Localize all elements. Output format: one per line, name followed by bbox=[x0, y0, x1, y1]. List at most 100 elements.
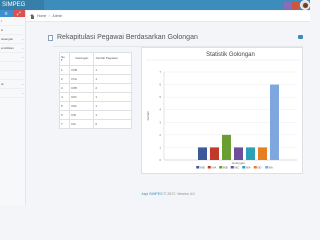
bell-icon[interactable] bbox=[292, 1, 299, 9]
print-icon[interactable] bbox=[298, 35, 303, 39]
app-brand[interactable]: SIMPEG bbox=[0, 0, 44, 10]
breadcrumb-home[interactable]: Home bbox=[37, 14, 46, 18]
table-cell: III/C bbox=[69, 92, 95, 102]
y-tick-label: 5 bbox=[159, 95, 161, 99]
sidebar-buttons: ≡ ⤢ bbox=[0, 10, 25, 17]
y-tick-label: 0 bbox=[159, 158, 161, 162]
legend-swatch bbox=[265, 166, 269, 169]
bar-ii-d bbox=[258, 147, 267, 160]
breadcrumb-current: Admin bbox=[52, 14, 63, 18]
chevron-down-icon: ⌄ bbox=[21, 46, 24, 50]
legend-label: II/D bbox=[257, 165, 261, 169]
legend-label: III/B bbox=[223, 165, 228, 169]
rekap-panel: Rekapitulasi Pegawai Berdasarkan Golonga… bbox=[47, 28, 308, 174]
legend-swatch bbox=[219, 166, 223, 169]
table-cell: 5 bbox=[58, 101, 71, 111]
chevron-down-icon: ⌄ bbox=[21, 55, 24, 59]
sidebar-item[interactable]: ⌄ bbox=[0, 53, 25, 62]
legend-swatch bbox=[196, 166, 200, 169]
table-row: 1 IV/B 1 bbox=[58, 65, 132, 75]
table-row: 2 IV/A 1 bbox=[58, 74, 132, 84]
sidebar-item-label: endidikan bbox=[1, 46, 14, 50]
table-cell: IV/B bbox=[69, 65, 95, 75]
sidebar-item-label: t bbox=[1, 19, 2, 23]
sidebar-item[interactable] bbox=[0, 62, 25, 71]
chart-title: Statistik Golongan bbox=[206, 52, 255, 58]
golongan-table: No ▾ Golongan Jumlah Pegawai 1 IV/B 1 2 IV/A 1… bbox=[58, 52, 132, 129]
table-row: 3 III/B 2 bbox=[58, 83, 132, 93]
sidebar-item[interactable]: si bbox=[0, 26, 25, 35]
sidebar-item-label: awangan bbox=[1, 37, 14, 41]
page-title: Rekapitulasi Pegawai Berdasarkan Golonga… bbox=[57, 34, 198, 41]
header-jumlah[interactable]: Jumlah Pegawai bbox=[93, 52, 132, 66]
y-tick-label: 3 bbox=[159, 120, 161, 124]
legend-label: IV/B bbox=[200, 165, 205, 169]
legend-label: IV/A bbox=[211, 165, 216, 169]
sidebar-menu: t si awangan ⌄ endidikan ⌄ ⌄ at ⌄ ⌄ bbox=[0, 17, 25, 98]
table-cell: 1 bbox=[93, 110, 132, 120]
table-cell: 4 bbox=[58, 92, 71, 102]
legend-swatch bbox=[207, 166, 211, 169]
legend-label: III/A bbox=[246, 165, 251, 169]
table-cell: 1 bbox=[93, 101, 132, 111]
navbar-icons bbox=[284, 0, 310, 10]
bar-iv-a bbox=[210, 147, 219, 160]
table-cell: 2 bbox=[93, 83, 132, 93]
breadcrumb: Home > Admin bbox=[26, 11, 310, 22]
x-axis-label: Golongan bbox=[232, 161, 245, 165]
y-tick-label: 4 bbox=[159, 108, 161, 112]
chevron-down-icon: ⌄ bbox=[21, 37, 24, 41]
sidebar: ≡ ⤢ t si awangan ⌄ endidikan ⌄ ⌄ at ⌄ ⌄ bbox=[0, 10, 26, 205]
menu-icon[interactable]: ≡ bbox=[0, 10, 13, 17]
home-icon[interactable] bbox=[30, 13, 35, 19]
table-cell: 7 bbox=[58, 119, 71, 129]
bar-iii-a bbox=[246, 147, 255, 160]
sidebar-item-label: si bbox=[1, 28, 4, 32]
sidebar-item-label: at bbox=[1, 82, 4, 86]
top-navbar: SIMPEG bbox=[0, 0, 310, 10]
footer-link[interactable]: Aspi SIMPEG bbox=[141, 192, 162, 196]
y-tick-label: 7 bbox=[159, 70, 161, 74]
table-cell: II/A bbox=[69, 119, 95, 129]
bar-chart-svg: Statistik Golongan 0 1 2 3 4 5 6 7 Jumlah Golongan… bbox=[146, 52, 300, 169]
chevron-down-icon: ⌄ bbox=[21, 91, 24, 95]
legend-swatch bbox=[242, 166, 246, 169]
table-cell: 1 bbox=[93, 92, 132, 102]
sidebar-item[interactable]: ⌄ bbox=[0, 89, 25, 98]
table-cell: 1 bbox=[93, 74, 132, 84]
statistik-chart: Statistik Golongan 0 1 2 3 4 5 6 7 Jumlah Golongan… bbox=[141, 47, 303, 174]
sidebar-item[interactable] bbox=[0, 71, 25, 80]
table-cell: III/A bbox=[69, 101, 95, 111]
y-tick-label: 2 bbox=[159, 133, 161, 137]
table-cell: 3 bbox=[58, 83, 71, 93]
table-cell: 6 bbox=[58, 110, 71, 120]
breadcrumb-separator: > bbox=[48, 14, 51, 18]
document-icon bbox=[48, 35, 53, 41]
sidebar-item[interactable]: endidikan ⌄ bbox=[0, 44, 25, 53]
table-cell: 6 bbox=[93, 119, 132, 129]
table-row: 6 II/D 1 bbox=[58, 110, 132, 120]
user-avatar[interactable] bbox=[300, 0, 310, 10]
header-no[interactable]: No ▾ bbox=[58, 52, 71, 66]
legend-label: II/A bbox=[269, 165, 273, 169]
table-cell: 1 bbox=[58, 65, 71, 75]
sidebar-item[interactable]: at ⌄ bbox=[0, 80, 25, 89]
table-row: 4 III/C 1 bbox=[58, 92, 132, 102]
footer-copyright: © 2017. Version 4.0 bbox=[163, 192, 195, 196]
legend-swatch bbox=[230, 166, 234, 169]
y-tick-label: 1 bbox=[159, 145, 161, 149]
header-golongan[interactable]: Golongan bbox=[69, 52, 95, 66]
legend-swatch bbox=[253, 166, 257, 169]
bar-iii-b bbox=[222, 134, 231, 160]
sidebar-item[interactable]: awangan ⌄ bbox=[0, 35, 25, 44]
table-cell: 1 bbox=[93, 65, 132, 75]
y-tick-label: 6 bbox=[159, 83, 161, 87]
bar-ii-a bbox=[270, 84, 279, 160]
table-cell: 2 bbox=[58, 74, 71, 84]
envelope-icon[interactable] bbox=[284, 1, 291, 9]
share-icon[interactable]: ⤢ bbox=[12, 10, 25, 17]
y-axis-label: Jumlah bbox=[146, 111, 150, 121]
footer: Aspi SIMPEG © 2017. Version 4.0 bbox=[26, 192, 310, 196]
table-row: 7 II/A 6 bbox=[58, 119, 132, 129]
sidebar-item[interactable]: t bbox=[0, 17, 25, 26]
